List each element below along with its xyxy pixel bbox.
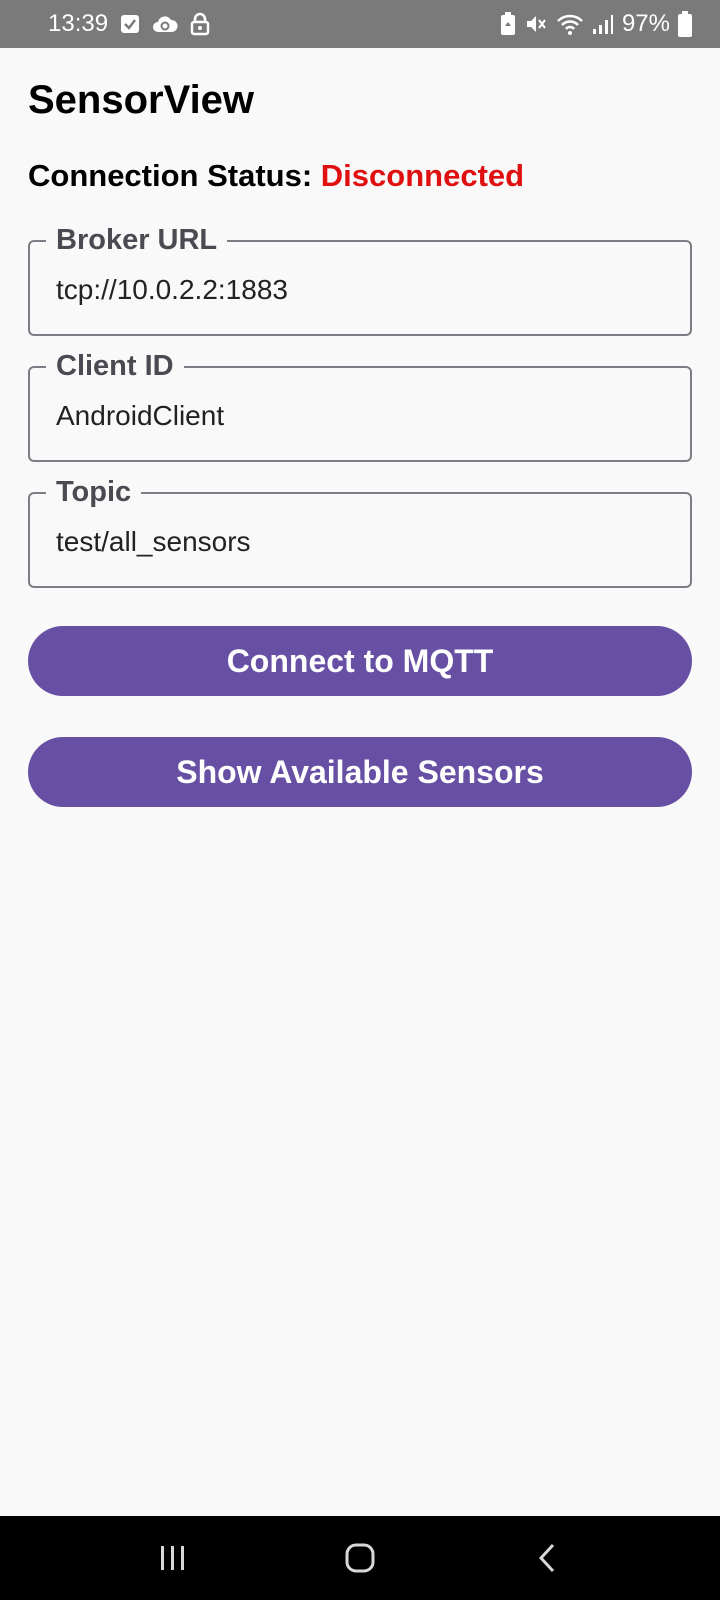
app-title: SensorView — [28, 78, 255, 122]
cellular-signal-icon — [592, 13, 614, 35]
show-sensors-button[interactable]: Show Available Sensors — [28, 737, 692, 807]
status-bar: 13:39 97% — [0, 0, 720, 48]
broker-url-input[interactable] — [56, 270, 656, 310]
battery-icon — [678, 11, 692, 37]
topic-input[interactable] — [56, 522, 656, 562]
status-bar-right: 97% — [500, 10, 692, 38]
connection-status-value: Disconnected — [320, 158, 525, 193]
mute-vibrate-icon — [524, 12, 548, 36]
connection-status-label: Connection Status: — [28, 158, 313, 193]
checkbox-icon — [120, 14, 140, 34]
battery-saver-icon — [500, 12, 516, 36]
status-bar-left: 13:39 — [48, 10, 210, 38]
connection-status: Connection Status: Disconnected — [28, 158, 524, 194]
status-time: 13:39 — [48, 10, 109, 37]
navigation-bar — [0, 1516, 720, 1600]
recent-apps-icon[interactable] — [133, 1528, 213, 1588]
broker-url-field[interactable]: Broker URL — [28, 220, 692, 336]
home-icon[interactable] — [320, 1528, 400, 1588]
client-id-input[interactable] — [56, 396, 656, 436]
broker-url-label: Broker URL — [46, 220, 228, 260]
client-id-label: Client ID — [46, 346, 184, 386]
topic-field[interactable]: Topic — [28, 472, 692, 588]
topic-label: Topic — [46, 472, 142, 512]
back-icon[interactable] — [507, 1528, 587, 1588]
lock-icon — [190, 12, 210, 36]
battery-percent: 97% — [621, 10, 670, 37]
client-id-field[interactable]: Client ID — [28, 346, 692, 462]
cloud-sync-icon — [152, 14, 178, 34]
connect-mqtt-button[interactable]: Connect to MQTT — [28, 626, 692, 696]
wifi-icon — [556, 12, 584, 36]
